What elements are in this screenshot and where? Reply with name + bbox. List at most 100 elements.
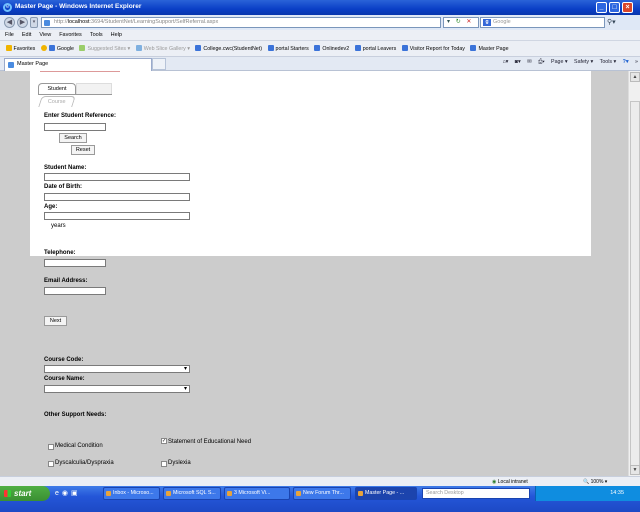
visual-studio-icon bbox=[227, 491, 232, 496]
telephone-input[interactable] bbox=[44, 259, 106, 267]
start-button[interactable]: start bbox=[0, 486, 50, 501]
fav-visitor-report[interactable]: Visitor Report for Today bbox=[401, 45, 465, 52]
tab-master-page[interactable]: Master Page bbox=[4, 58, 152, 71]
fav-college-studentnet[interactable]: College.cwc(StudentNet) bbox=[195, 45, 262, 52]
page-icon bbox=[470, 45, 477, 51]
menu-edit[interactable]: Edit bbox=[17, 30, 34, 38]
page-icon bbox=[135, 45, 142, 51]
new-tab-button[interactable] bbox=[152, 58, 166, 70]
checkbox-medical-condition[interactable] bbox=[48, 444, 54, 450]
scroll-down-icon[interactable]: ▼ bbox=[630, 465, 640, 475]
fav-web-slice-gallery[interactable]: Web Slice Gallery ▾ bbox=[135, 45, 190, 52]
zone-indicator: ◉ Local intranet bbox=[492, 479, 528, 485]
student-name-label: Student Name: bbox=[44, 165, 87, 171]
scroll-up-icon[interactable]: ▲ bbox=[630, 72, 640, 82]
next-button[interactable]: Next bbox=[44, 316, 67, 326]
vertical-scrollbar[interactable]: ▲ ▼ bbox=[628, 71, 640, 476]
age-input[interactable] bbox=[44, 212, 190, 220]
dob-input[interactable] bbox=[44, 193, 190, 201]
tab-spacer bbox=[76, 83, 112, 94]
menu-view[interactable]: View bbox=[34, 30, 54, 38]
checkbox-dyscalculia[interactable] bbox=[48, 461, 54, 467]
course-code-select[interactable] bbox=[44, 365, 190, 373]
address-tools: ▾ ↻ ✕ bbox=[443, 17, 479, 28]
command-bar: ⌂▾ ◙▾ ✉ ⎙▾ Page ▾ Safety ▾ Tools ▾ ?▾ » bbox=[497, 59, 638, 66]
tab-bar: Master Page ⌂▾ ◙▾ ✉ ⎙▾ Page ▾ Safety ▾ T… bbox=[0, 57, 640, 71]
menu-favorites[interactable]: Favorites bbox=[54, 30, 85, 38]
status-bar: ◉ Local intranet 🔍 100% ▾ bbox=[0, 476, 640, 486]
help-icon[interactable]: ?▾ bbox=[623, 59, 629, 65]
fav-onlinedev2[interactable]: Onlinedev2 bbox=[314, 45, 349, 52]
taskbar-sql-server[interactable]: Microsoft SQL S... bbox=[163, 487, 221, 500]
page-icon bbox=[44, 20, 50, 26]
taskbar-master-page[interactable]: Master Page - ... bbox=[355, 487, 417, 500]
search-icon[interactable]: ⚲▾ bbox=[607, 17, 621, 28]
dropdown-icon[interactable]: ▾ bbox=[447, 19, 450, 25]
print-icon[interactable]: ⎙▾ bbox=[538, 59, 544, 65]
taskbar-forum[interactable]: New Forum Thr... bbox=[293, 487, 351, 500]
mail-icon[interactable]: ✉ bbox=[527, 59, 531, 65]
menu-tools[interactable]: Tools bbox=[85, 30, 106, 38]
system-tray: 14:35 bbox=[535, 486, 640, 501]
page-menu[interactable]: Page ▾ bbox=[551, 59, 568, 65]
course-name-label: Course Name: bbox=[44, 376, 85, 382]
history-dropdown-icon[interactable]: ▾ bbox=[30, 17, 38, 28]
outlook-icon[interactable]: ◉ bbox=[62, 490, 71, 497]
desktop-icon[interactable]: ▣ bbox=[71, 490, 81, 497]
window-title-bar: e Master Page - Windows Internet Explore… bbox=[0, 0, 640, 15]
safety-menu[interactable]: Safety ▾ bbox=[574, 59, 593, 65]
taskbar-visual-studio[interactable]: 3 Microsoft Vi... bbox=[224, 487, 290, 500]
close-button[interactable]: × bbox=[622, 2, 633, 13]
student-reference-input[interactable] bbox=[44, 123, 106, 131]
add-favorite-icon bbox=[40, 45, 47, 51]
page-icon bbox=[267, 45, 274, 51]
favorites-button[interactable]: Favorites bbox=[5, 45, 35, 52]
reset-button[interactable]: Reset bbox=[71, 145, 95, 155]
age-label: Age: bbox=[44, 204, 58, 210]
fav-suggested-sites[interactable]: Suggested Sites ▾ bbox=[79, 45, 130, 52]
email-label: Email Address: bbox=[44, 278, 88, 284]
back-button[interactable]: ◀ bbox=[4, 17, 15, 28]
tools-menu[interactable]: Tools ▾ bbox=[600, 59, 617, 65]
course-name-select[interactable] bbox=[44, 385, 190, 393]
ie-icon bbox=[358, 491, 363, 496]
fav-portal-starters[interactable]: portal Starters bbox=[267, 45, 309, 52]
page-icon bbox=[401, 45, 408, 51]
menu-help[interactable]: Help bbox=[106, 30, 125, 38]
zoom-control[interactable]: 🔍 100% ▾ bbox=[583, 479, 607, 485]
page-icon bbox=[8, 62, 14, 68]
minimize-button[interactable]: _ bbox=[596, 2, 607, 13]
feeds-icon[interactable]: ◙▾ bbox=[515, 59, 521, 65]
dyslexia-label: Dyslexia bbox=[168, 460, 191, 466]
tab-course[interactable]: Course bbox=[38, 96, 76, 107]
tab-student[interactable]: Student bbox=[38, 83, 76, 94]
scroll-thumb[interactable] bbox=[630, 101, 640, 466]
stop-icon[interactable]: ✕ bbox=[466, 19, 471, 25]
url-host: localhost bbox=[67, 19, 90, 25]
student-name-input[interactable] bbox=[44, 173, 190, 181]
more-commands[interactable]: » bbox=[635, 59, 638, 65]
address-input[interactable]: http://localhost:3694/StudentNet/Learnin… bbox=[41, 17, 441, 28]
menu-file[interactable]: File bbox=[0, 30, 17, 38]
search-button[interactable]: Search bbox=[59, 133, 87, 143]
quick-launch: e◉▣ bbox=[55, 489, 81, 497]
checkbox-statement-educational-need[interactable]: ✓ bbox=[161, 438, 167, 444]
taskbar: start e◉▣ Inbox - Microso... Microsoft S… bbox=[0, 486, 640, 512]
home-icon[interactable]: ⌂▾ bbox=[502, 59, 508, 65]
refresh-icon[interactable]: ↻ bbox=[456, 19, 461, 25]
menu-bar: File Edit View Favorites Tools Help bbox=[0, 30, 640, 41]
fav-google[interactable]: Google bbox=[40, 45, 74, 52]
header-strip bbox=[40, 71, 120, 72]
ie-icon[interactable]: e bbox=[55, 490, 62, 497]
maximize-button[interactable]: □ bbox=[609, 2, 620, 13]
forward-button[interactable]: ▶ bbox=[17, 17, 28, 28]
desktop-search-input[interactable]: Search Desktop bbox=[422, 488, 530, 499]
fav-portal-leavers[interactable]: portal Leavers bbox=[354, 45, 396, 52]
email-input[interactable] bbox=[44, 287, 106, 295]
search-input[interactable]: g Google bbox=[480, 17, 605, 28]
fav-master-page[interactable]: Master Page bbox=[470, 45, 509, 52]
dob-label: Date of Birth: bbox=[44, 184, 82, 190]
url-prefix: http:// bbox=[54, 19, 68, 25]
checkbox-dyslexia[interactable] bbox=[161, 461, 167, 467]
taskbar-inbox[interactable]: Inbox - Microso... bbox=[103, 487, 160, 500]
